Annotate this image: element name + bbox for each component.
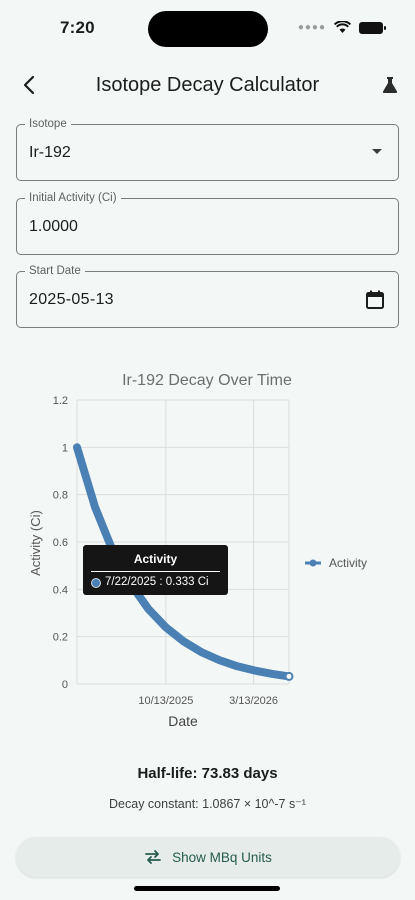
- home-indicator: [134, 886, 280, 891]
- y-tick-label: 0.8: [53, 490, 68, 502]
- series-endpoint[interactable]: [284, 671, 294, 681]
- isotope-select[interactable]: Isotope Ir-192: [16, 117, 399, 181]
- calendar-icon[interactable]: [364, 289, 386, 311]
- tooltip-divider: [91, 571, 220, 572]
- initial-activity-value: 1.0000: [29, 218, 78, 235]
- x-tick-label: 3/13/2026: [229, 695, 278, 707]
- y-axis-label: Activity (Ci): [28, 510, 43, 576]
- status-bar: 7:20 ●●●●: [0, 0, 415, 56]
- swap-arrows-icon: [145, 850, 161, 864]
- y-tick-label: 0.4: [53, 584, 68, 596]
- start-date-label: Start Date: [25, 264, 85, 278]
- signal-icon: ●●●●: [297, 22, 326, 33]
- chart-legend[interactable]: Activity: [305, 556, 367, 570]
- initial-activity-label: Initial Activity (Ci): [25, 191, 121, 205]
- tooltip-value: 7/22/2025 : 0.333 Ci: [105, 576, 209, 588]
- start-date-value: 2025-05-13: [29, 291, 114, 308]
- x-tick-label: 10/13/2025: [138, 695, 193, 707]
- wifi-icon: [334, 21, 351, 33]
- y-tick-label: 1: [62, 442, 68, 454]
- chart-title: Ir-192 Decay Over Time: [122, 372, 292, 389]
- tooltip-series-dot: [91, 578, 101, 588]
- battery-icon: [359, 21, 386, 34]
- chart-tooltip: Activity 7/22/2025 : 0.333 Ci: [83, 545, 228, 595]
- legend-dot: [309, 559, 317, 567]
- start-date-field[interactable]: Start Date 2025-05-13: [16, 264, 399, 328]
- app-bar: Isotope Decay Calculator: [0, 62, 415, 108]
- dropdown-arrow-icon: [372, 149, 382, 154]
- tooltip-title: Activity: [133, 552, 178, 566]
- show-mbq-units-label: Show MBq Units: [172, 849, 272, 865]
- camera-notch: [148, 11, 268, 47]
- y-axis-ticks: 0 0.2 0.4 0.6 0.8 1 1.2: [53, 395, 68, 691]
- isotope-label: Isotope: [25, 117, 71, 131]
- flask-button[interactable]: [377, 72, 403, 98]
- show-mbq-units-button[interactable]: Show MBq Units: [16, 837, 400, 877]
- flask-icon: [382, 77, 398, 93]
- y-tick-label: 0.2: [53, 632, 68, 644]
- initial-activity-field[interactable]: Initial Activity (Ci) 1.0000: [16, 191, 399, 255]
- half-life-text: Half-life: 73.83 days: [137, 765, 278, 782]
- y-tick-label: 0.6: [53, 537, 68, 549]
- legend-label: Activity: [329, 556, 367, 570]
- status-icons: ●●●●: [297, 21, 386, 34]
- isotope-value: Ir-192: [29, 144, 71, 161]
- page-title: Isotope Decay Calculator: [95, 74, 320, 96]
- x-axis-label: Date: [168, 713, 198, 729]
- y-tick-label: 1.2: [53, 395, 68, 407]
- y-tick-label: 0: [62, 679, 68, 691]
- status-time: 7:20: [60, 18, 95, 37]
- x-axis-ticks: 10/13/2025 3/13/2026: [138, 695, 278, 707]
- decay-constant-text: Decay constant: 1.0867 × 10^-7 s⁻¹: [109, 797, 306, 811]
